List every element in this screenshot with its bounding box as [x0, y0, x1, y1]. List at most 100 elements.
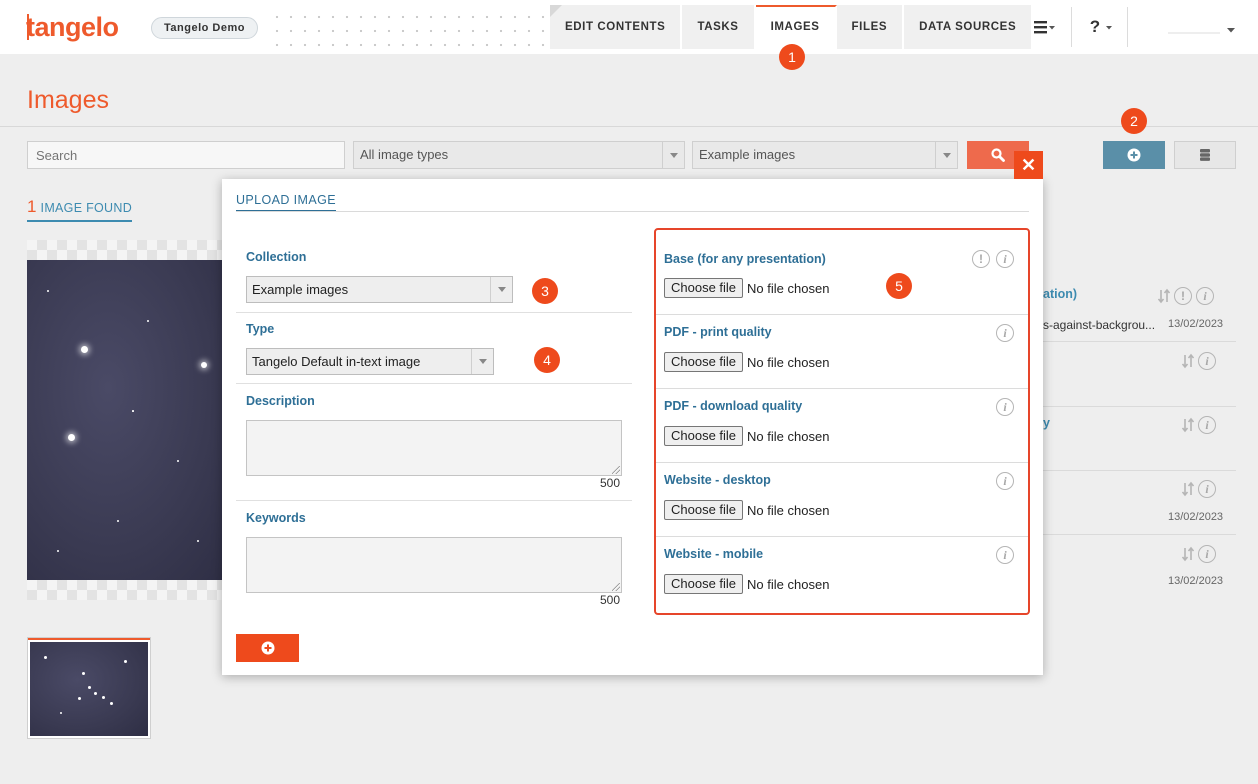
info-icon[interactable]: i: [996, 472, 1014, 490]
info-icon[interactable]: i: [996, 324, 1014, 342]
dropdown-arrow-icon: [471, 349, 493, 374]
warning-icon[interactable]: !: [972, 250, 990, 268]
add-image-button[interactable]: [1103, 141, 1165, 169]
help-button[interactable]: ?: [1078, 5, 1126, 49]
choose-file-button[interactable]: Choose file: [664, 426, 744, 446]
list-item-actions: i: [1182, 352, 1258, 370]
info-icon[interactable]: i: [996, 250, 1014, 268]
tab-data-sources[interactable]: DATA SOURCES: [904, 5, 1034, 49]
upload-website-desktop-file: Choose file No file chosen: [664, 500, 829, 520]
choose-file-button[interactable]: Choose file: [664, 500, 744, 520]
image-thumbnail[interactable]: [27, 637, 151, 739]
divider: [1043, 470, 1236, 471]
sort-icon[interactable]: [1182, 416, 1194, 434]
divider: [0, 126, 1258, 127]
star: [82, 672, 85, 675]
header-divider: [1071, 7, 1072, 47]
star: [110, 702, 113, 705]
info-icon[interactable]: i: [996, 398, 1014, 416]
logo[interactable]: tangelo: [26, 12, 119, 43]
list-item-filename: s-against-backgrou...: [1043, 318, 1156, 332]
annotation-badge-4: 4: [534, 347, 560, 373]
hamburger-icon: [1034, 21, 1055, 34]
file-status: No file chosen: [747, 576, 830, 592]
keywords-char-counter: 500: [600, 593, 621, 607]
tab-upload-image[interactable]: UPLOAD IMAGE: [236, 193, 336, 212]
star: [94, 692, 97, 695]
star: [44, 656, 47, 659]
sort-icon[interactable]: [1182, 352, 1194, 370]
type-select[interactable]: Tangelo Default in-text image: [246, 348, 494, 375]
star: [177, 460, 179, 462]
image-preview[interactable]: [27, 240, 229, 600]
chevron-down-icon: [1106, 26, 1113, 30]
header-dot-pattern: [270, 10, 550, 50]
info-icon[interactable]: i: [1198, 545, 1216, 563]
annotation-badge-3: 3: [532, 278, 558, 304]
upload-pdf-download-file: Choose file No file chosen: [664, 426, 829, 446]
divider: [236, 383, 632, 384]
info-icon[interactable]: i: [1196, 287, 1214, 305]
close-dialog-button[interactable]: ✕: [1014, 151, 1043, 179]
choose-file-button[interactable]: Choose file: [664, 352, 744, 372]
page-title: Images: [27, 86, 109, 114]
choose-file-button[interactable]: Choose file: [664, 278, 744, 298]
submit-add-button[interactable]: [236, 634, 299, 662]
dropdown-arrow-icon: [662, 142, 684, 168]
sort-icon[interactable]: [1182, 545, 1194, 563]
collection-value: Example images: [252, 282, 349, 297]
project-pill[interactable]: Tangelo Demo: [151, 17, 258, 39]
image-type-select[interactable]: All image types: [353, 141, 685, 169]
info-icon[interactable]: i: [996, 546, 1014, 564]
divider: [236, 500, 632, 501]
list-item-date: 13/02/2023: [1168, 511, 1224, 523]
list-item-date: 13/02/2023: [1168, 318, 1224, 330]
info-icon[interactable]: i: [1198, 352, 1216, 370]
star: [117, 520, 119, 522]
annotation-badge-2: 2: [1121, 108, 1147, 134]
archive-icon: [1200, 149, 1210, 161]
tab-images[interactable]: IMAGES: [755, 5, 837, 49]
info-icon[interactable]: i: [1198, 480, 1216, 498]
resize-handle-icon[interactable]: [612, 466, 620, 474]
star: [57, 550, 59, 552]
help-label: ?: [1089, 17, 1101, 36]
collection-select[interactable]: Example images: [246, 276, 513, 303]
resize-handle-icon[interactable]: [612, 583, 620, 591]
upload-label-website-mobile: Website - mobile: [664, 547, 764, 561]
choose-file-button[interactable]: Choose file: [664, 574, 744, 594]
type-value: Tangelo Default in-text image: [252, 354, 421, 369]
upload-website-mobile-icons: i: [996, 546, 1014, 564]
results-count: 1 IMAGE FOUND: [27, 197, 133, 222]
star: [60, 712, 62, 714]
warning-icon[interactable]: !: [1174, 287, 1192, 305]
menu-button[interactable]: [1022, 5, 1070, 49]
upload-label-website-desktop: Website - desktop: [664, 473, 771, 487]
tab-edit-contents[interactable]: EDIT CONTENTS: [550, 5, 683, 49]
divider: [236, 312, 632, 313]
star: [201, 362, 207, 368]
search-input[interactable]: [27, 141, 345, 169]
plus-circle-icon: [261, 641, 274, 655]
list-item-link-fragment[interactable]: y: [1043, 416, 1050, 430]
archive-button[interactable]: [1174, 141, 1236, 169]
keywords-textarea[interactable]: [246, 537, 622, 593]
divider: [656, 462, 1028, 463]
info-icon[interactable]: i: [1198, 416, 1216, 434]
sort-icon[interactable]: [1158, 287, 1170, 305]
collection-filter-select[interactable]: Example images: [692, 141, 958, 169]
sort-icon[interactable]: [1182, 480, 1194, 498]
thumbnail-selected-bar: [28, 638, 150, 640]
divider: [1043, 534, 1236, 535]
tab-files[interactable]: FILES: [836, 5, 905, 49]
chevron-down-icon: [1168, 28, 1235, 34]
list-item-link-fragment[interactable]: ation): [1043, 287, 1077, 301]
tab-tasks[interactable]: TASKS: [682, 5, 756, 49]
description-label: Description: [246, 394, 315, 408]
upload-label-pdf-print: PDF - print quality: [664, 325, 772, 339]
star: [147, 320, 149, 322]
star: [68, 434, 75, 441]
upload-label-base: Base (for any presentation): [664, 252, 826, 266]
description-textarea[interactable]: [246, 420, 622, 476]
user-menu[interactable]: [1166, 18, 1238, 40]
